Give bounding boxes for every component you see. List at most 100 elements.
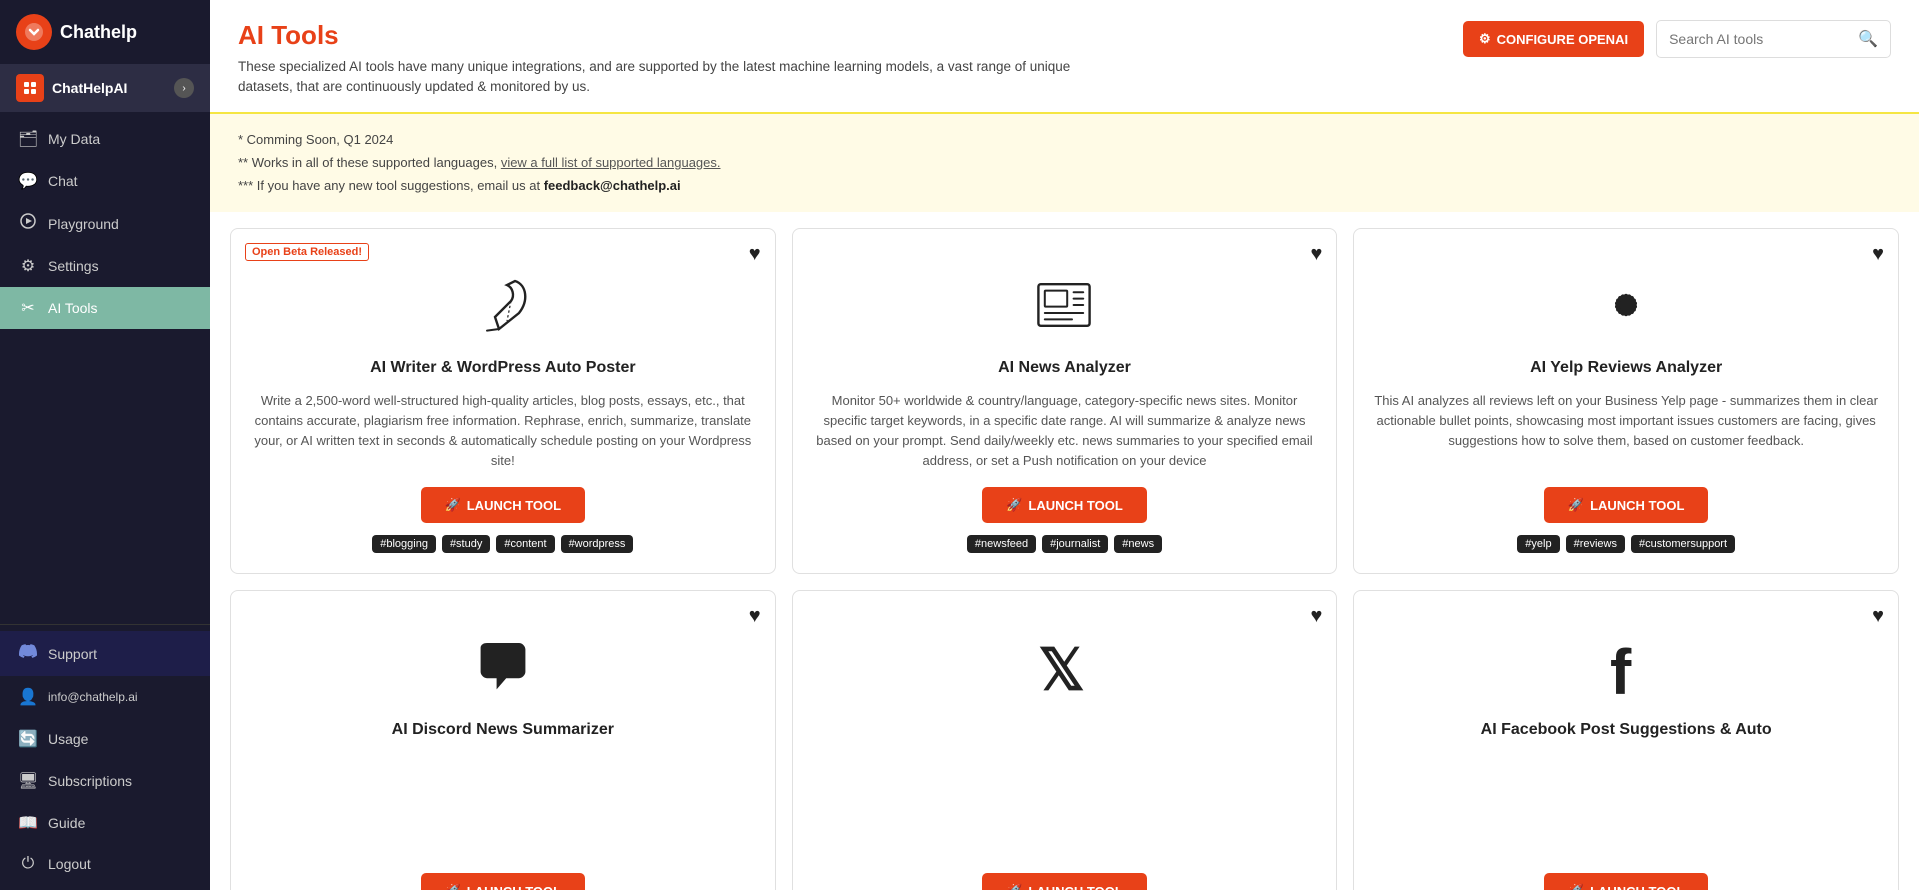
chathelp-ai-icon — [16, 74, 44, 102]
launch-icon: 🚀 — [445, 497, 461, 513]
card-tags: #newsfeed #journalist #news — [967, 535, 1162, 553]
launch-tool-button-yelp[interactable]: 🚀 LAUNCH TOOL — [1544, 487, 1709, 523]
sidebar-item-chat[interactable]: 💬 Chat — [0, 160, 210, 202]
page-header: AI Tools These specialized AI tools have… — [210, 0, 1919, 98]
card-title: AI Yelp Reviews Analyzer — [1530, 359, 1722, 377]
sidebar-item-my-data[interactable]: 🗂 My Data — [0, 118, 210, 160]
chathelp-ai-item[interactable]: ChatHelpAI › — [0, 64, 210, 112]
favorite-heart-icon[interactable]: ♥ — [1872, 243, 1884, 266]
newspaper-icon — [1032, 273, 1096, 347]
card-ai-news: ♥ AI News Analyzer Monitor 50+ worldwide… — [792, 228, 1338, 575]
favorite-heart-icon[interactable]: ♥ — [749, 605, 761, 628]
header-actions: ⚙ CONFIGURE OPENAI 🔍 — [1463, 20, 1891, 58]
sidebar-email-label: info@chathelp.ai — [48, 690, 138, 704]
logout-icon: ⏻ — [18, 855, 38, 873]
configure-gear-icon: ⚙ — [1479, 31, 1491, 47]
tag: #journalist — [1042, 535, 1108, 553]
banner-line1: * Comming Soon, Q1 2024 — [238, 128, 1891, 151]
card-title: AI Writer & WordPress Auto Poster — [370, 359, 636, 377]
sidebar-nav: 🗂 My Data 💬 Chat Playground ⚙ Settings ✂… — [0, 112, 210, 624]
cards-area: Open Beta Released! ♥ AI Writer & WordPr… — [210, 212, 1919, 890]
sidebar-bottom: Support 👤 info@chathelp.ai 🔄 Usage 🖥 Sub… — [0, 624, 210, 890]
launch-icon: 🚀 — [1006, 497, 1022, 513]
sidebar-item-label: Settings — [48, 258, 99, 274]
favorite-heart-icon[interactable]: ♥ — [1310, 605, 1322, 628]
usage-icon: 🔄 — [18, 729, 38, 749]
chat-bubble-icon — [471, 635, 535, 709]
sidebar-item-label: AI Tools — [48, 300, 98, 316]
tag: #content — [496, 535, 554, 553]
card-ai-writer: Open Beta Released! ♥ AI Writer & WordPr… — [230, 228, 776, 575]
favorite-heart-icon[interactable]: ♥ — [1872, 605, 1884, 628]
search-icon: 🔍 — [1858, 29, 1878, 49]
launch-tool-button-discord[interactable]: 🚀 LAUNCH TOOL — [421, 873, 586, 890]
sidebar-item-logout[interactable]: ⏻ Logout — [0, 844, 210, 884]
sidebar-item-ai-tools[interactable]: ✂ AI Tools — [0, 287, 210, 329]
feather-icon — [471, 273, 535, 347]
card-ai-twitter: ♥ 𝕏 🚀 LAUNCH TOOL — [792, 590, 1338, 890]
launch-tool-button-writer[interactable]: 🚀 LAUNCH TOOL — [421, 487, 586, 523]
sidebar-logo: Chathelp — [0, 0, 210, 64]
tag: #newsfeed — [967, 535, 1036, 553]
svg-text:𝕏: 𝕏 — [1039, 639, 1085, 700]
card-title: AI News Analyzer — [998, 359, 1131, 377]
launch-tool-button-facebook[interactable]: 🚀 LAUNCH TOOL — [1544, 873, 1709, 890]
svg-text:f: f — [1610, 636, 1632, 699]
logo-text: Chathelp — [60, 22, 137, 43]
card-tags: #blogging #study #content #wordpress — [372, 535, 633, 553]
tag: #customersupport — [1631, 535, 1735, 553]
sidebar-subscriptions-label: Subscriptions — [48, 773, 132, 789]
page-title: AI Tools — [238, 20, 1108, 51]
configure-openai-button[interactable]: ⚙ CONFIGURE OPENAI — [1463, 21, 1644, 57]
card-ai-yelp: ♥ — [1353, 228, 1899, 575]
card-desc: This AI analyzes all reviews left on you… — [1374, 391, 1878, 472]
sidebar-item-label: Playground — [48, 216, 119, 232]
sidebar-item-playground[interactable]: Playground — [0, 202, 210, 245]
chathelp-ai-label: ChatHelpAI — [52, 80, 127, 96]
card-title: AI Discord News Summarizer — [392, 721, 614, 739]
facebook-icon: f — [1594, 635, 1658, 709]
sidebar-item-support[interactable]: Support — [0, 631, 210, 676]
card-tags: #yelp #reviews #customersupport — [1517, 535, 1735, 553]
card-ai-facebook: ♥ f AI Facebook Post Suggestions & Auto … — [1353, 590, 1899, 890]
card-title: AI Facebook Post Suggestions & Auto — [1481, 721, 1772, 739]
email-icon: 👤 — [18, 687, 38, 707]
playground-icon — [18, 213, 38, 234]
sidebar-item-guide[interactable]: 📖 Guide — [0, 802, 210, 844]
chathelp-ai-arrow: › — [174, 78, 194, 98]
x-twitter-icon: 𝕏 — [1032, 635, 1096, 709]
open-beta-badge: Open Beta Released! — [245, 243, 369, 261]
support-icon — [18, 642, 38, 665]
favorite-heart-icon[interactable]: ♥ — [749, 243, 761, 266]
logo-icon — [16, 14, 52, 50]
launch-icon: 🚀 — [1568, 497, 1584, 513]
header-top-row: AI Tools These specialized AI tools have… — [238, 20, 1891, 98]
launch-tool-button-twitter[interactable]: 🚀 LAUNCH TOOL — [982, 873, 1147, 890]
launch-tool-button-news[interactable]: 🚀 LAUNCH TOOL — [982, 487, 1147, 523]
ai-tools-icon: ✂ — [18, 298, 38, 318]
favorite-heart-icon[interactable]: ♥ — [1310, 243, 1322, 266]
sidebar-item-label: My Data — [48, 131, 100, 147]
tag: #reviews — [1566, 535, 1625, 553]
cards-grid: Open Beta Released! ♥ AI Writer & WordPr… — [230, 228, 1899, 890]
sidebar-item-settings[interactable]: ⚙ Settings — [0, 245, 210, 287]
sidebar-item-subscriptions[interactable]: 🖥 Subscriptions — [0, 760, 210, 802]
tag: #blogging — [372, 535, 436, 553]
guide-icon: 📖 — [18, 813, 38, 833]
subscriptions-icon: 🖥 — [18, 771, 38, 791]
main-content: AI Tools These specialized AI tools have… — [210, 0, 1919, 890]
sidebar-item-email[interactable]: 👤 info@chathelp.ai — [0, 676, 210, 718]
card-desc: Monitor 50+ worldwide & country/language… — [813, 391, 1317, 472]
launch-icon: 🚀 — [445, 883, 461, 890]
supported-languages-link[interactable]: view a full list of supported languages. — [501, 155, 721, 170]
header-title-section: AI Tools These specialized AI tools have… — [238, 20, 1108, 98]
search-ai-tools-box[interactable]: 🔍 — [1656, 20, 1891, 58]
my-data-icon: 🗂 — [18, 129, 38, 149]
yelp-icon — [1594, 273, 1658, 347]
info-banner: * Comming Soon, Q1 2024 ** Works in all … — [210, 112, 1919, 212]
search-input[interactable] — [1669, 31, 1850, 47]
support-label: Support — [48, 646, 97, 662]
sidebar-guide-label: Guide — [48, 815, 85, 831]
banner-line2: ** Works in all of these supported langu… — [238, 151, 1891, 174]
sidebar-item-usage[interactable]: 🔄 Usage — [0, 718, 210, 760]
